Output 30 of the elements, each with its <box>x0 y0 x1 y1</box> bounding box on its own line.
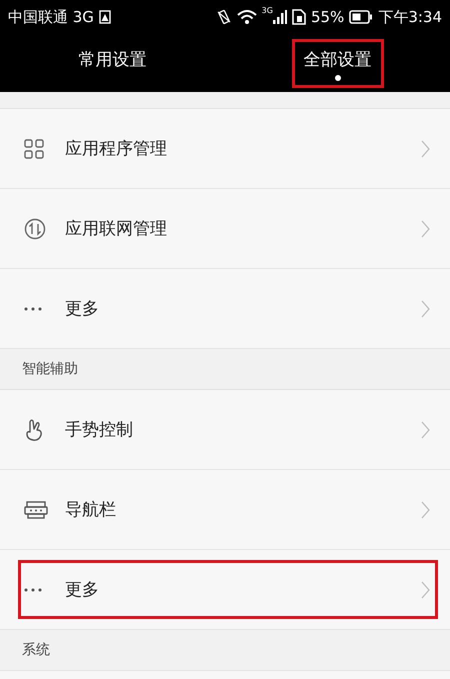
carrier-name: 中国联通 3G <box>8 8 94 26</box>
up-down-arrows-icon <box>24 218 46 240</box>
signal-icon <box>272 10 287 24</box>
section-header: 智能辅助 <box>22 360 78 378</box>
navigation-bar-icon <box>24 500 48 518</box>
settings-row[interactable]: 导航栏 <box>0 470 450 550</box>
tab[interactable]: 常用设置 <box>66 38 158 88</box>
more-icon <box>24 306 42 310</box>
settings-row[interactable]: 应用联网管理 <box>0 189 450 269</box>
sim-card-icon <box>292 9 306 25</box>
chevron-icon <box>421 140 430 158</box>
vibrate-icon <box>216 9 232 25</box>
section-header: 系统 <box>22 641 50 659</box>
chevron-icon <box>421 420 430 438</box>
wifi-icon <box>236 9 257 25</box>
settings-row[interactable]: 应用程序管理 <box>0 109 450 189</box>
chevron-icon <box>421 220 430 238</box>
chevron-icon <box>421 300 430 318</box>
tab[interactable]: 全部设置 <box>292 38 384 88</box>
battery-percent: 55% <box>310 8 344 26</box>
chevron-icon <box>421 500 430 518</box>
hand-icon <box>24 418 44 442</box>
clock: 下午3:34 <box>378 8 442 26</box>
battery-icon <box>349 10 374 24</box>
chevron-icon <box>421 580 430 598</box>
grid-icon <box>24 138 44 158</box>
network-type: 3G <box>262 6 273 15</box>
warning-icon <box>98 10 111 24</box>
more-icon <box>24 588 42 592</box>
settings-row[interactable]: 手势控制 <box>0 390 450 470</box>
